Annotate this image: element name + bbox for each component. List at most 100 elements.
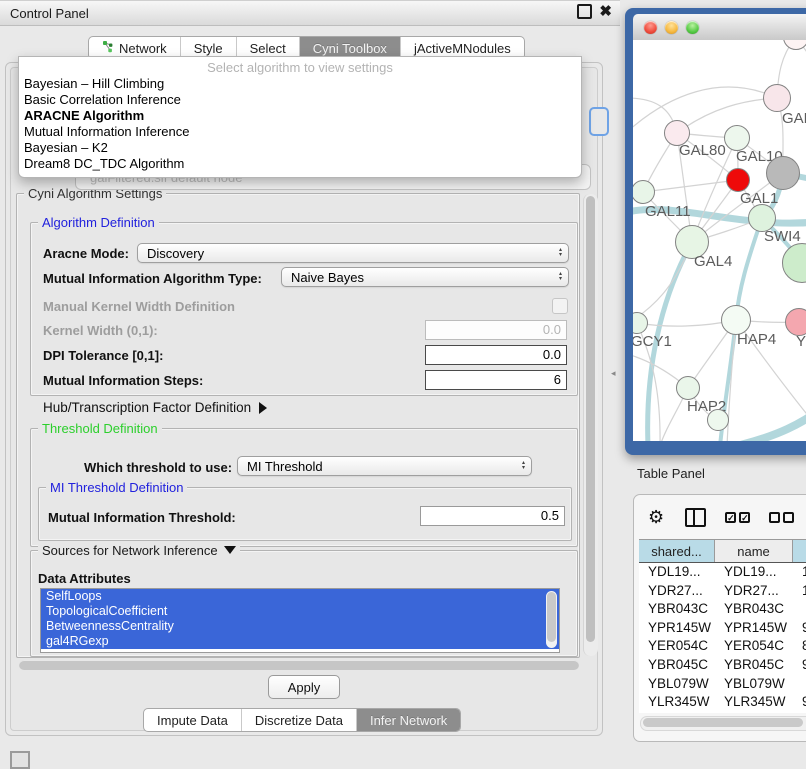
- table-cell: [793, 675, 806, 694]
- combo-arrows-icon: ▴▾: [559, 272, 562, 282]
- table-row[interactable]: YDL19...YDL19...13: [639, 563, 806, 582]
- algorithm-popup-prompt: Select algorithm to view settings: [19, 60, 581, 76]
- table-cell: YBR043C: [639, 600, 715, 619]
- kernel-width-field[interactable]: 0.0: [425, 320, 567, 340]
- mi-steps-field[interactable]: 6: [425, 370, 567, 390]
- table-cell: 9.: [793, 712, 806, 713]
- gear-icon[interactable]: ⚙: [648, 507, 664, 528]
- mi-algorithm-type-combo[interactable]: Naive Bayes ▴▾: [281, 267, 569, 287]
- mi-threshold-field[interactable]: 0.5: [420, 506, 565, 526]
- corner-widget-icon[interactable]: [10, 751, 30, 769]
- deselect-all-checkboxes-icon[interactable]: [769, 512, 794, 523]
- node-label: GAL80: [679, 142, 726, 159]
- table-row[interactable]: YBR045CYBR045C9.: [639, 656, 806, 675]
- network-node-hap2[interactable]: [676, 376, 700, 400]
- hub-definition-toggle[interactable]: Hub/Transcription Factor Definition: [43, 400, 267, 415]
- cyni-mode-tab-bar: Impute DataDiscretize DataInfer Network: [143, 708, 461, 732]
- node-table: shared...nameA YDL19...YDL19...13YDR27..…: [639, 539, 806, 713]
- algorithm-option[interactable]: Bayesian – Hill Climbing: [19, 76, 581, 92]
- mi-threshold-label: Mutual Information Threshold:: [48, 510, 236, 525]
- aracne-mode-combo[interactable]: Discovery ▴▾: [137, 243, 569, 263]
- network-node[interactable]: [707, 409, 729, 431]
- settings-horizontal-scrollbar[interactable]: [17, 659, 581, 671]
- table-row[interactable]: YDR27...YDR27...12: [639, 582, 806, 601]
- columns-icon[interactable]: [685, 508, 706, 527]
- network-node-gal1[interactable]: [726, 168, 750, 192]
- node-label: SWI4: [764, 228, 801, 245]
- column-header-1[interactable]: shared...: [639, 540, 715, 562]
- network-icon: [102, 40, 114, 56]
- tab-impute-data[interactable]: Impute Data: [144, 709, 242, 731]
- network-edge[interactable]: [633, 87, 777, 132]
- table-cell: [793, 600, 806, 619]
- network-window-titlebar[interactable]: [633, 14, 806, 40]
- close-window-icon[interactable]: [644, 21, 657, 34]
- hub-definition-label: Hub/Transcription Factor Definition: [43, 400, 251, 415]
- select-all-checkboxes-icon[interactable]: ✓✓: [725, 512, 750, 523]
- table-row[interactable]: YBR043CYBR043C: [639, 600, 806, 619]
- network-node-gal[interactable]: [763, 84, 791, 112]
- column-header-3[interactable]: A: [793, 540, 806, 562]
- collapsed-arrow-icon: [259, 402, 267, 414]
- table-horizontal-scrollbar[interactable]: [640, 716, 806, 731]
- table-cell: YPR145W: [715, 619, 793, 638]
- network-node-y[interactable]: [785, 308, 806, 336]
- mi-steps-label: Mutual Information Steps:: [43, 373, 203, 388]
- table-row[interactable]: YPR145WYPR145W9.: [639, 619, 806, 638]
- control-panel-titlebar: Control Panel ✖: [0, 0, 620, 26]
- control-panel-title: Control Panel: [0, 6, 89, 21]
- sources-group-title[interactable]: Sources for Network Inference: [38, 543, 240, 558]
- tab-discretize-data[interactable]: Discretize Data: [242, 709, 357, 731]
- algorithm-option[interactable]: Dream8 DC_TDC Algorithm: [19, 156, 581, 172]
- manual-kernel-width-checkbox[interactable]: [552, 298, 568, 314]
- attribute-list-item[interactable]: SelfLoops: [41, 589, 559, 604]
- mi-algorithm-type-value: Naive Bayes: [291, 270, 364, 285]
- table-row[interactable]: YIL052CYIL052C9.: [639, 712, 806, 713]
- attribute-list-item[interactable]: gal4RGexp: [41, 634, 559, 649]
- algorithm-definition-title: Algorithm Definition: [38, 215, 159, 230]
- mi-threshold-definition-title: MI Threshold Definition: [46, 480, 187, 495]
- network-canvas[interactable]: GALGAL80GAL10GAL1GAL11SWI4GAL4GCY1HAP4YH…: [633, 40, 806, 441]
- aracne-mode-value: Discovery: [147, 246, 204, 261]
- attribute-list-item[interactable]: TopologicalCoefficient: [41, 604, 559, 619]
- table-cell: YBR043C: [715, 600, 793, 619]
- algorithm-option[interactable]: Bayesian – K2: [19, 140, 581, 156]
- data-attributes-list[interactable]: SelfLoopsTopologicalCoefficientBetweenne…: [40, 588, 560, 653]
- zoom-window-icon[interactable]: [686, 21, 699, 34]
- network-view-window[interactable]: GALGAL80GAL10GAL1GAL11SWI4GAL4GCY1HAP4YH…: [625, 8, 806, 455]
- table-cell: 8.: [793, 637, 806, 656]
- column-header-2[interactable]: name: [715, 540, 793, 562]
- panel-splitter-handle[interactable]: ◂: [611, 368, 616, 379]
- table-cell: YDL19...: [639, 563, 715, 582]
- inference-algorithm-combo-fragment[interactable]: [589, 107, 609, 136]
- table-toolbar: ⚙ ✓✓: [634, 495, 806, 539]
- table-row[interactable]: YBL079WYBL079W: [639, 675, 806, 694]
- table-cell: YBR045C: [639, 656, 715, 675]
- node-label: GAL: [782, 110, 806, 127]
- float-window-icon[interactable]: [577, 4, 592, 19]
- minimize-window-icon[interactable]: [665, 21, 678, 34]
- tab-infer-network[interactable]: Infer Network: [357, 709, 460, 731]
- table-cell: YLR345W: [715, 693, 793, 712]
- table-cell: YDL19...: [715, 563, 793, 582]
- table-cell: 12: [793, 582, 806, 601]
- algorithm-option[interactable]: Mutual Information Inference: [19, 124, 581, 140]
- algorithm-option[interactable]: ARACNE Algorithm: [19, 108, 581, 124]
- which-threshold-combo[interactable]: MI Threshold ▴▾: [237, 456, 532, 476]
- network-node[interactable]: [766, 156, 800, 190]
- kernel-width-label: Kernel Width (0,1):: [43, 323, 158, 338]
- apply-button[interactable]: Apply: [268, 675, 340, 699]
- settings-vertical-scrollbar[interactable]: [583, 194, 598, 656]
- table-row[interactable]: YLR345WYLR345W9.: [639, 693, 806, 712]
- dpi-tolerance-field[interactable]: 0.0: [425, 345, 567, 365]
- attributes-list-scrollbar[interactable]: [546, 591, 557, 648]
- network-edge[interactable]: [643, 180, 738, 192]
- manual-kernel-width-label: Manual Kernel Width Definition: [43, 299, 235, 314]
- close-panel-icon[interactable]: ✖: [599, 4, 612, 19]
- table-header-row[interactable]: shared...nameA: [639, 539, 806, 563]
- network-edge[interactable]: [728, 388, 806, 441]
- attribute-list-item[interactable]: BetweennessCentrality: [41, 619, 559, 634]
- algorithm-option[interactable]: Basic Correlation Inference: [19, 92, 581, 108]
- table-cell: YBL079W: [639, 675, 715, 694]
- table-row[interactable]: YER054CYER054C8.: [639, 637, 806, 656]
